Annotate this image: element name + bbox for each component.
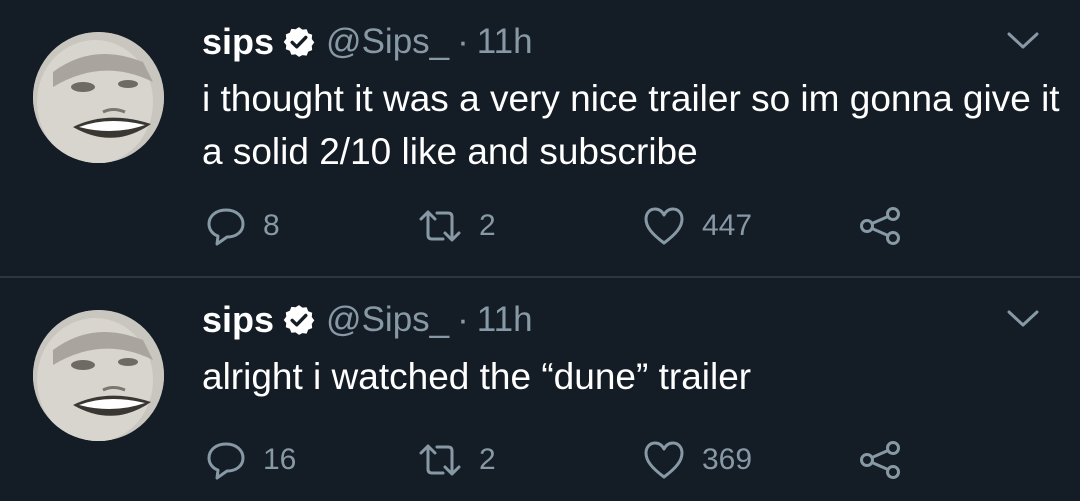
like-button[interactable]: 369 <box>642 438 752 482</box>
verified-badge-icon <box>282 303 316 337</box>
reply-button[interactable]: 8 <box>205 204 280 248</box>
reply-icon <box>205 439 247 481</box>
tweet[interactable]: sips @Sips_ · 11h alright i watched the … <box>0 278 1080 501</box>
timestamp[interactable]: 11h <box>477 22 533 62</box>
tweet-actions: 8 2 447 <box>205 204 925 248</box>
timestamp[interactable]: 11h <box>477 300 533 340</box>
like-count: 369 <box>702 443 753 476</box>
chevron-down-icon[interactable] <box>1006 30 1040 52</box>
share-icon <box>857 439 903 481</box>
display-name[interactable]: sips <box>202 21 274 63</box>
user-handle[interactable]: @Sips_ <box>326 22 449 62</box>
like-button[interactable]: 447 <box>642 204 752 248</box>
display-name[interactable]: sips <box>202 299 274 341</box>
separator-dot: · <box>457 300 469 339</box>
like-icon <box>642 205 686 247</box>
retweet-count: 2 <box>479 209 496 242</box>
retweet-button[interactable]: 2 <box>417 204 496 248</box>
reply-icon <box>205 205 247 247</box>
avatar[interactable] <box>33 32 164 163</box>
like-count: 447 <box>702 209 753 242</box>
retweet-button[interactable]: 2 <box>417 438 496 482</box>
reply-count: 8 <box>263 209 280 242</box>
tweet-text: alright i watched the “dune” trailer <box>202 356 752 397</box>
retweet-icon <box>417 205 463 247</box>
reply-count: 16 <box>263 443 297 476</box>
share-button[interactable] <box>857 204 903 248</box>
separator-dot: · <box>457 22 469 61</box>
share-icon <box>857 205 903 247</box>
avatar[interactable] <box>33 310 164 441</box>
like-icon <box>642 439 686 481</box>
retweet-count: 2 <box>479 443 496 476</box>
tweet-text: i thought it was a very nice trailer so … <box>202 78 1060 172</box>
verified-badge-icon <box>282 25 316 59</box>
share-button[interactable] <box>857 438 903 482</box>
chevron-down-icon[interactable] <box>1006 308 1040 330</box>
user-handle[interactable]: @Sips_ <box>326 300 449 340</box>
reply-button[interactable]: 16 <box>205 438 296 482</box>
tweet[interactable]: sips @Sips_ · 11h i thought it was a ver… <box>0 0 1080 276</box>
tweet-actions: 16 2 369 <box>205 438 925 482</box>
retweet-icon <box>417 439 463 481</box>
